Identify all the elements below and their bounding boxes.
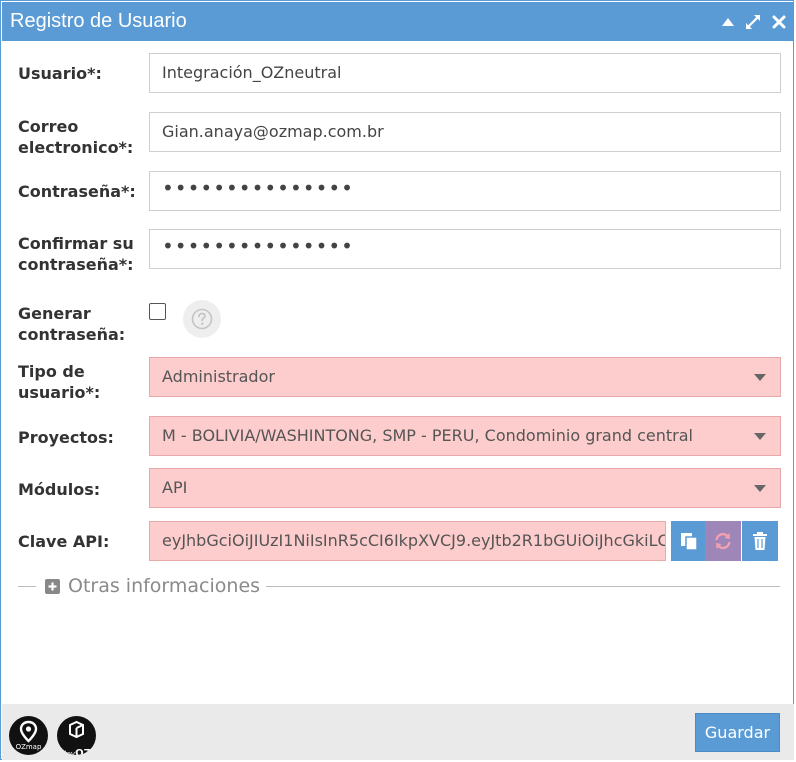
projects-select[interactable]: M - BOLIVIA/WASHINTONG, SMP - PERU, Cond… bbox=[149, 416, 781, 456]
plus-square-icon bbox=[45, 578, 60, 594]
close-icon[interactable] bbox=[769, 12, 789, 32]
other-info-toggle[interactable]: Otras informaciones bbox=[45, 575, 260, 597]
other-info-divider-left bbox=[18, 586, 36, 587]
projects-label: Proyectos: bbox=[18, 428, 114, 447]
email-label-line1: Correo bbox=[18, 117, 79, 136]
devoz-logo-text-oz: OZ bbox=[75, 748, 91, 755]
api-key-input[interactable]: eyJhbGciOiJIUzI1NiIsInR5cCI6IkpXVCJ9.eyJ… bbox=[149, 521, 666, 561]
copy-button[interactable] bbox=[671, 521, 707, 561]
password-input[interactable]: ••••••••••••••• bbox=[149, 171, 781, 211]
devoz-logo-text: devOZ bbox=[57, 741, 96, 755]
email-input[interactable]: Gian.anaya@ozmap.com.br bbox=[149, 112, 781, 152]
question-circle-icon[interactable] bbox=[183, 300, 221, 338]
user-type-label: Tipo de usuario*: bbox=[18, 361, 100, 403]
email-label: Correo electronico*: bbox=[18, 116, 133, 158]
devoz-logo-text-dev: dev bbox=[62, 750, 76, 755]
generate-label-line2: contraseña: bbox=[18, 325, 126, 344]
devoz-logo[interactable]: devOZ bbox=[57, 716, 96, 755]
footer-bar bbox=[2, 704, 794, 760]
refresh-icon bbox=[715, 532, 731, 550]
ozmap-logo-text: OZmap bbox=[15, 743, 42, 751]
confirm-label-line1: Confirmar su bbox=[18, 234, 134, 253]
trash-icon bbox=[753, 532, 767, 550]
expand-icon[interactable] bbox=[743, 12, 763, 32]
regenerate-button[interactable] bbox=[705, 521, 741, 561]
other-info-label: Otras informaciones bbox=[68, 575, 261, 597]
save-button[interactable]: Guardar bbox=[695, 713, 780, 752]
title-bar[interactable]: Registro de Usuario bbox=[2, 2, 794, 41]
collapse-icon[interactable] bbox=[718, 12, 738, 32]
modules-select[interactable]: API bbox=[149, 468, 781, 508]
ozmap-logo[interactable]: OZmap bbox=[9, 716, 48, 755]
user-label: Usuario*: bbox=[18, 64, 102, 83]
window-title: Registro de Usuario bbox=[10, 10, 187, 32]
password-label: Contraseña*: bbox=[18, 182, 136, 201]
user-input[interactable]: Integración_OZneutral bbox=[149, 53, 781, 93]
api-key-label: Clave API: bbox=[18, 532, 110, 551]
chevron-down-icon bbox=[754, 485, 766, 492]
confirm-label-line2: contraseña*: bbox=[18, 255, 134, 274]
modules-label: Módulos: bbox=[18, 480, 101, 499]
user-type-label-line2: usuario*: bbox=[18, 383, 101, 402]
chevron-down-icon bbox=[754, 433, 766, 440]
modules-value: API bbox=[162, 478, 188, 497]
user-type-select[interactable]: Administrador bbox=[149, 357, 781, 397]
copy-icon bbox=[681, 533, 698, 551]
confirm-password-label: Confirmar su contraseña*: bbox=[18, 233, 134, 275]
user-type-label-line1: Tipo de bbox=[18, 362, 85, 381]
generate-label-line1: Generar bbox=[18, 304, 91, 323]
user-registration-window: Registro de Usuario Usuario*: Integració… bbox=[0, 0, 794, 760]
confirm-password-input[interactable]: ••••••••••••••• bbox=[149, 229, 781, 269]
delete-button[interactable] bbox=[742, 521, 778, 561]
projects-value: M - BOLIVIA/WASHINTONG, SMP - PERU, Cond… bbox=[162, 426, 693, 445]
generate-password-checkbox[interactable] bbox=[149, 303, 166, 320]
user-type-value: Administrador bbox=[162, 367, 275, 386]
email-label-line2: electronico*: bbox=[18, 138, 134, 157]
other-info-divider-right bbox=[266, 586, 780, 587]
chevron-down-icon bbox=[754, 374, 766, 381]
generate-password-label: Generar contraseña: bbox=[18, 303, 125, 345]
